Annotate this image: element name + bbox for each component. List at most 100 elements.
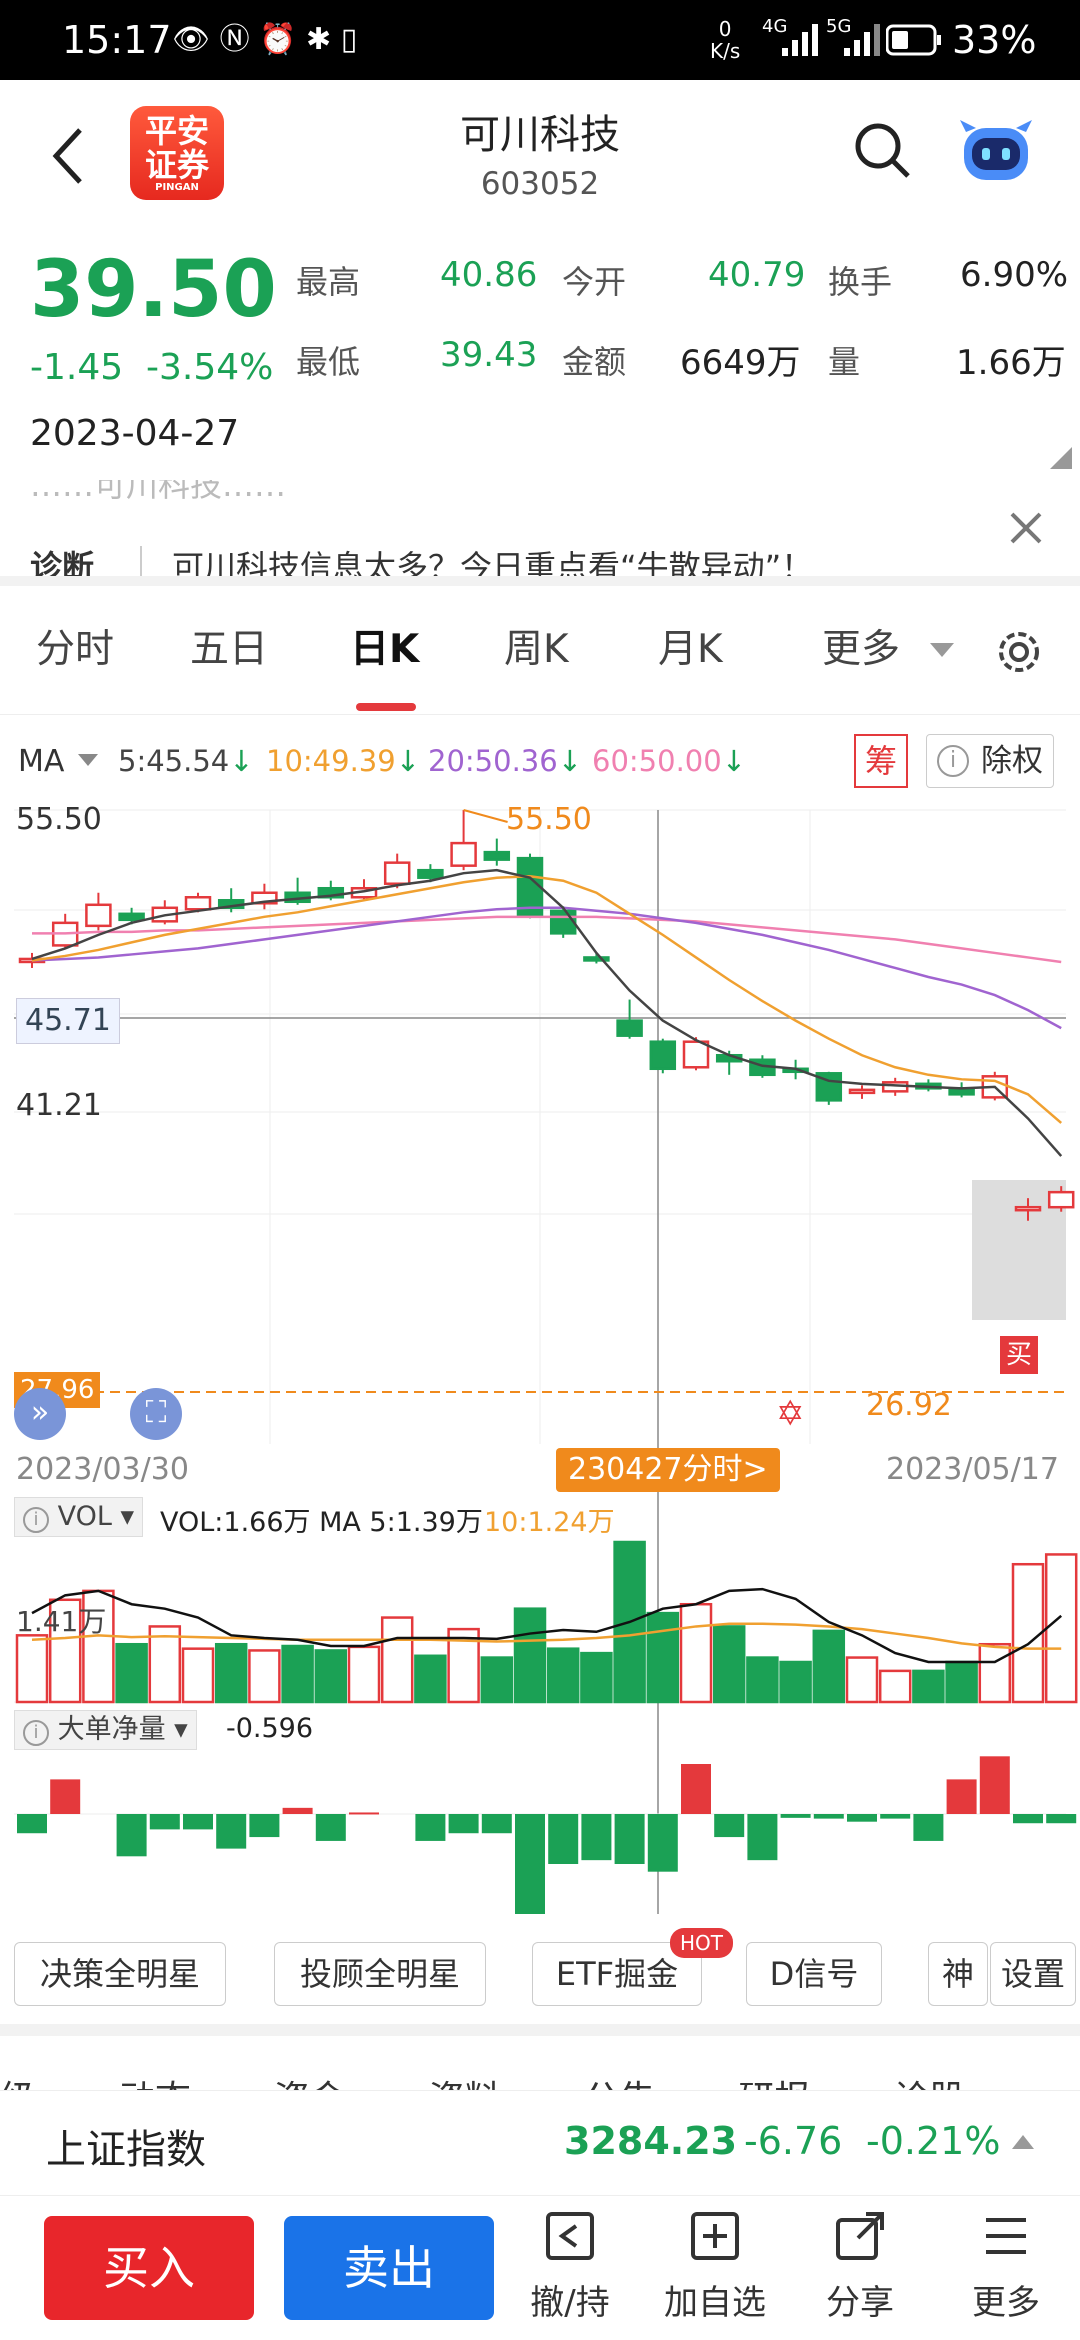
index-bar[interactable]: 上证指数 3284.23 -6.76 -0.21%	[0, 2090, 1080, 2196]
tab-daily-k[interactable]: 日K	[350, 585, 419, 715]
open-label: 今开	[562, 263, 627, 301]
tab-five-day[interactable]: 五日	[190, 585, 268, 715]
vol-bar-16	[546, 1647, 580, 1704]
chevron-up-icon[interactable]	[1012, 2135, 1034, 2151]
cursor-price-label: 45.71	[16, 998, 120, 1044]
netflow-bar-31	[1046, 1814, 1077, 1824]
vol-ma10-line	[31, 1622, 1062, 1650]
tool-advisor-star[interactable]: 投顾全明星	[274, 1942, 486, 2006]
netflow-bar-22	[747, 1814, 778, 1861]
vol-bar-30	[1011, 1562, 1045, 1704]
kline-chart[interactable]	[0, 794, 1080, 1930]
settings-button[interactable]: 设置	[990, 1942, 1076, 2006]
netflow-value: -0.596	[226, 1713, 314, 1744]
add-watchlist-button[interactable]: 加自选	[660, 2206, 770, 2324]
netflow-bar-28	[946, 1779, 977, 1814]
info-icon-vol: i	[23, 1507, 49, 1533]
robot-assistant-icon[interactable]	[958, 118, 1034, 186]
netflow-bar-0	[17, 1814, 47, 1834]
diagnosis-text[interactable]: 可川科技信息太多？今日重点看“牛散异动”！	[172, 542, 813, 576]
index-change: -6.76	[744, 2119, 843, 2163]
netflow-bar-4	[149, 1814, 180, 1830]
fullscreen-icon[interactable]: ⛶	[130, 1388, 182, 1440]
candle-body-20	[682, 1040, 710, 1069]
vol-bar-19	[646, 1611, 680, 1704]
battery-pct: 33%	[952, 18, 1037, 62]
vol-bar-27	[912, 1669, 945, 1704]
net-speed: 0 K/s	[710, 17, 741, 63]
sell-button[interactable]: 卖出	[284, 2216, 494, 2320]
search-icon[interactable]	[852, 120, 912, 180]
share-icon	[836, 2212, 884, 2260]
tab-intraday[interactable]: 分时	[36, 585, 114, 715]
chevron-down-icon[interactable]	[930, 643, 954, 659]
vol-bar-17	[580, 1651, 613, 1704]
tool-partial[interactable]: 神	[928, 1942, 988, 2006]
ex-rights-button[interactable]: i 除权	[926, 734, 1054, 788]
high-label: 最高	[296, 263, 361, 301]
tool-decision-star[interactable]: 决策全明星	[14, 1942, 226, 2006]
period-tabs: 分时 五日 日K 周K 月K 更多	[0, 585, 1080, 715]
vol-indicator-label[interactable]: i VOL ▾	[14, 1497, 144, 1537]
vol-bar-12	[414, 1654, 447, 1704]
netflow-bar-29	[979, 1756, 1010, 1814]
netflow-bar-27	[913, 1814, 944, 1841]
more-button[interactable]: 更多	[956, 2206, 1056, 2324]
info-subtabs[interactable]: 级 动态 资金 资料 公告 研报 诊股	[0, 2036, 1080, 2090]
netflow-bar-14	[481, 1814, 512, 1834]
vol-y-axis: 1.41万	[16, 1605, 107, 1638]
stock-code: 603052	[480, 166, 600, 202]
tool-d-signal[interactable]: D信号	[746, 1942, 882, 2006]
info-icon-netflow: i	[23, 1720, 49, 1746]
signal-icon-2	[844, 24, 880, 56]
battery-icon	[886, 24, 941, 56]
tab-more[interactable]: 更多	[822, 585, 900, 715]
news-ticker[interactable]: ……可川科技…… 诊断 可川科技信息太多？今日重点看“牛散异动”！	[0, 480, 1080, 576]
candle-body-16	[549, 909, 577, 935]
y-axis-mid: 41.21	[16, 1088, 102, 1123]
vol-bar-24	[812, 1629, 846, 1704]
amount-label: 金额	[562, 343, 627, 381]
diagnosis-label: 诊断	[30, 548, 95, 576]
expand-corner-icon[interactable]	[1050, 447, 1072, 469]
netflow-bar-8	[282, 1807, 313, 1814]
event-star-icon[interactable]: ✡	[776, 1394, 805, 1434]
vol-text: VOL:1.66万 MA 5:1.39万	[160, 1507, 483, 1538]
vol-bar-22	[746, 1656, 779, 1704]
gear-icon[interactable]	[994, 627, 1044, 677]
vol-bar-28	[945, 1660, 978, 1704]
tab-active-indicator	[356, 703, 416, 711]
fast-forward-icon[interactable]: »	[14, 1388, 66, 1440]
menu-icon	[986, 2218, 1026, 2254]
low-value: 39.43	[440, 335, 538, 375]
chip-distribution-button[interactable]: 筹	[854, 734, 908, 788]
max-price-label: 55.50	[506, 802, 592, 837]
vol-bar-31	[1044, 1553, 1078, 1704]
ma-row: MA 5:45.54↓ 10:49.39↓ 20:50.36↓ 60:50.00…	[0, 730, 1080, 794]
section-gap-2	[0, 2024, 1080, 2036]
low-label: 最低	[296, 343, 361, 381]
cursor-date-tip[interactable]: 230427分时>	[556, 1448, 780, 1492]
share-button[interactable]: 分享	[810, 2206, 910, 2324]
cancel-hold-button[interactable]: 撤/持	[520, 2206, 620, 2324]
bottom-bar: 买入 卖出 撤/持 加自选 分享 更多	[0, 2196, 1080, 2340]
vol-bar-21	[712, 1625, 746, 1704]
ma-dropdown-icon[interactable]	[78, 754, 98, 768]
vol-bar-4	[148, 1625, 182, 1704]
buy-signal-badge[interactable]: 买	[1000, 1336, 1038, 1374]
high-value: 40.86	[440, 255, 538, 295]
tab-weekly-k[interactable]: 周K	[504, 585, 569, 715]
candle-body-13	[450, 841, 477, 867]
quote-panel: 39.50 -1.45 -3.54% 2023-04-27 最高 40.86 今…	[0, 225, 1080, 480]
netflow-bar-5	[183, 1814, 213, 1830]
close-icon[interactable]	[1008, 510, 1044, 546]
plus-icon	[691, 2212, 739, 2260]
ma20-line	[31, 906, 1062, 1030]
netflow-bar-26	[880, 1814, 911, 1819]
netflow-indicator-label[interactable]: i 大单净量 ▾	[14, 1710, 197, 1750]
buy-button[interactable]: 买入	[44, 2216, 254, 2320]
hot-badge: HOT	[670, 1928, 733, 1958]
tab-monthly-k[interactable]: 月K	[658, 585, 723, 715]
netflow-bar-7	[249, 1814, 280, 1838]
ma-label[interactable]: MA	[18, 744, 64, 779]
